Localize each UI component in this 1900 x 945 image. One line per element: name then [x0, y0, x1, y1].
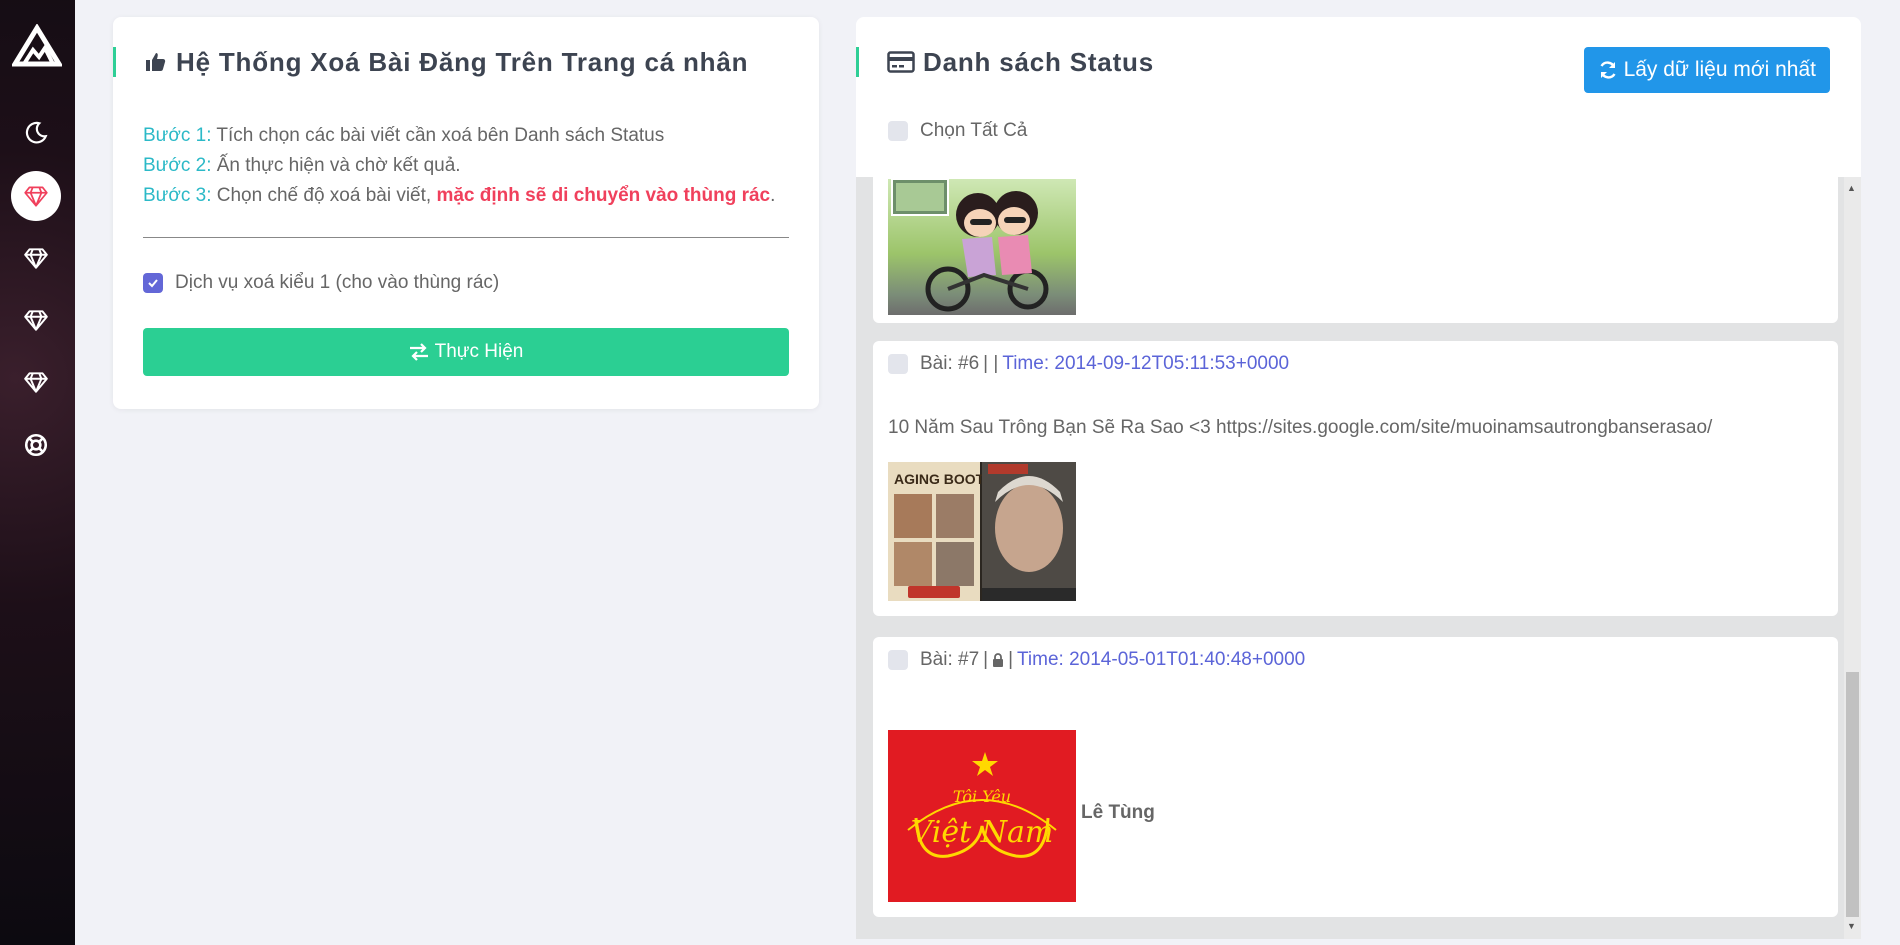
toi-yeu-viet-nam-image: Việt Nam Tôi Yêu	[888, 730, 1076, 902]
execute-button[interactable]: Thực Hiện	[143, 328, 789, 376]
sidebar-item-diamond-3[interactable]	[11, 295, 61, 345]
post-header: Bài: #7 | | Time: 2014-05-01T01:40:48+00…	[888, 649, 1305, 671]
scroll-up-icon[interactable]: ▲	[1847, 183, 1856, 193]
post-number: Bài: #7	[920, 649, 980, 670]
lock-icon	[993, 653, 1004, 667]
step-text: Tích chọn các bài viết cần xoá bên Danh …	[211, 125, 665, 146]
diamond-icon	[24, 186, 48, 207]
sidebar-item-diamond-active[interactable]	[11, 171, 61, 221]
step-label: Bước 2:	[143, 155, 212, 176]
post-checkbox[interactable]	[888, 650, 908, 670]
status-list-title: Danh sách Status	[856, 47, 1154, 77]
list-item	[873, 177, 1838, 323]
aging-booth-image: AGING BOOTH	[888, 462, 1076, 601]
step-text: Chọn chế độ xoá bài viết,	[211, 185, 437, 206]
svg-text:Tôi Yêu: Tôi Yêu	[953, 787, 1011, 806]
lifebuoy-icon[interactable]	[11, 420, 61, 470]
select-all-option[interactable]: Chọn Tất Cả	[888, 120, 1027, 142]
post-time: Time: 2014-09-12T05:11:53+0000	[1002, 353, 1290, 374]
post-number: Bài: #6	[920, 353, 980, 374]
scroll-down-icon[interactable]: ▼	[1847, 921, 1856, 931]
diamond-icon	[24, 248, 48, 269]
scrollbar[interactable]: ▲ ▼	[1844, 177, 1861, 939]
delete-mode-label: Dịch vụ xoá kiểu 1 (cho vào thùng rác)	[175, 272, 500, 293]
refresh-button[interactable]: Lấy dữ liệu mới nhất	[1583, 47, 1830, 93]
mountain-logo-icon[interactable]	[10, 23, 64, 70]
sidebar-item-diamond-4[interactable]	[11, 357, 61, 407]
status-list-card: Danh sách Status Lấy dữ liệu mới nhất Ch…	[856, 17, 1861, 939]
list-item: Bài: #7 | | Time: 2014-05-01T01:40:48+00…	[873, 637, 1838, 917]
step-suffix: .	[770, 185, 776, 206]
thumbs-up-icon	[146, 53, 166, 71]
card-title-text: Hệ Thống Xoá Bài Đăng Trên Trang cá nhân	[176, 46, 749, 77]
divider	[143, 237, 789, 238]
post-content: 10 Năm Sau Trông Bạn Sẽ Ra Sao <3 https:…	[888, 417, 1713, 438]
execute-label: Thực Hiện	[434, 341, 524, 362]
refresh-icon	[1600, 61, 1616, 79]
separator: |	[983, 649, 989, 670]
step-highlight: mặc định sẽ di chuyển vào thùng rác	[436, 185, 771, 206]
diamond-icon	[24, 372, 48, 393]
select-all-label: Chọn Tất Cả	[920, 120, 1028, 141]
post-header: Bài: #6 | | Time: 2014-09-12T05:11:53+00…	[888, 353, 1289, 375]
moon-icon[interactable]	[11, 108, 61, 158]
step-text: Ấn thực hiện và chờ kết quả.	[211, 155, 461, 176]
svg-text:AGING BOOTH: AGING BOOTH	[894, 471, 994, 487]
step-label: Bước 3:	[143, 185, 212, 206]
separator: |	[1008, 649, 1014, 670]
sidebar	[0, 0, 75, 945]
step-label: Bước 1:	[143, 125, 212, 146]
step-3: Bước 3: Chọn chế độ xoá bài viết, mặc đị…	[143, 181, 775, 211]
delete-mode-option[interactable]: Dịch vụ xoá kiểu 1 (cho vào thùng rác)	[143, 272, 499, 294]
post-caption: Lê Tùng	[1081, 802, 1155, 823]
post-checkbox[interactable]	[888, 354, 908, 374]
delete-mode-checkbox[interactable]	[143, 273, 163, 293]
step-1: Bước 1: Tích chọn các bài viết cần xoá b…	[143, 121, 775, 151]
refresh-label: Lấy dữ liệu mới nhất	[1623, 58, 1816, 81]
check-icon	[148, 279, 158, 288]
diamond-icon	[24, 310, 48, 331]
post-time: Time: 2014-05-01T01:40:48+0000	[1017, 649, 1306, 670]
logo-text: Việt Nam	[911, 815, 1054, 850]
select-all-checkbox[interactable]	[888, 121, 908, 141]
step-2: Bước 2: Ấn thực hiện và chờ kết quả.	[143, 151, 775, 181]
delete-system-card: Hệ Thống Xoá Bài Đăng Trên Trang cá nhân…	[113, 17, 819, 409]
instruction-steps: Bước 1: Tích chọn các bài viết cần xoá b…	[143, 121, 775, 211]
list-item: Bài: #6 | | Time: 2014-09-12T05:11:53+00…	[873, 341, 1838, 616]
exchange-icon	[409, 343, 428, 361]
scroll-thumb[interactable]	[1846, 672, 1859, 917]
sidebar-item-diamond-2[interactable]	[11, 233, 61, 283]
couple-on-bike-image	[888, 179, 1076, 315]
card-title-text: Danh sách Status	[923, 46, 1154, 77]
credit-card-icon	[887, 51, 915, 73]
status-list[interactable]: Bài: #6 | | Time: 2014-09-12T05:11:53+00…	[856, 177, 1861, 939]
delete-system-title: Hệ Thống Xoá Bài Đăng Trên Trang cá nhân	[113, 47, 748, 77]
separator: | |	[983, 353, 999, 374]
